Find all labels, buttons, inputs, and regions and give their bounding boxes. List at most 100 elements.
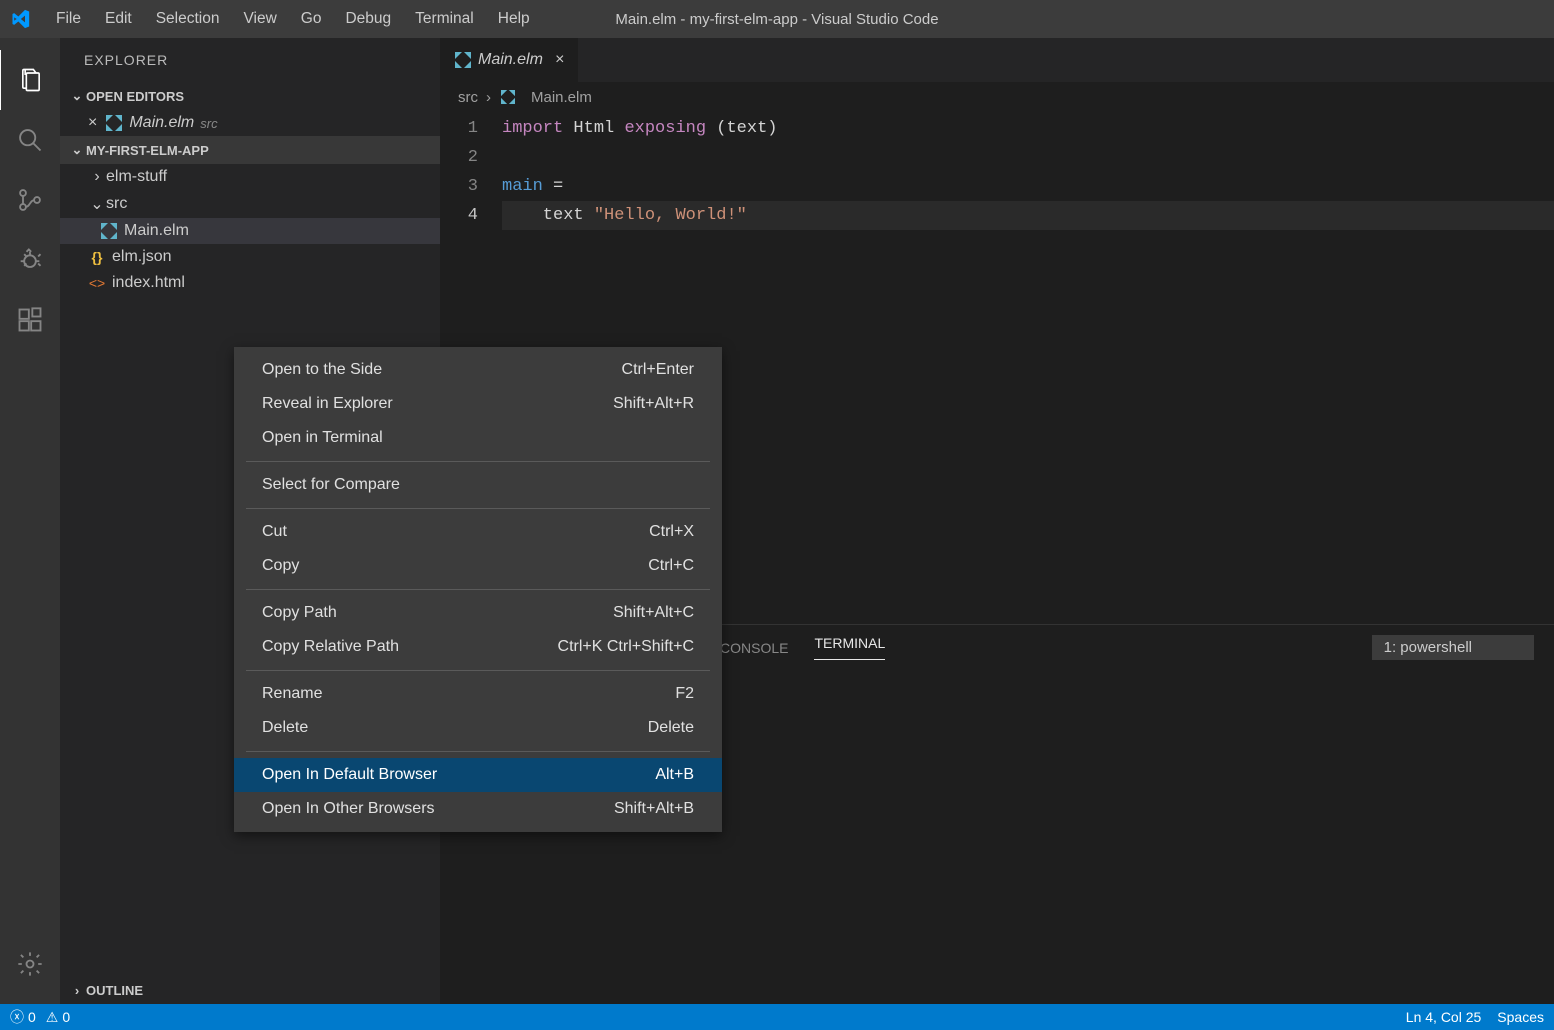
chevron-down-icon: ⌄ (68, 142, 86, 158)
tab-main-elm[interactable]: Main.elm × (440, 38, 579, 82)
explorer-icon[interactable] (0, 50, 59, 110)
context-menu-shortcut: Ctrl+K Ctrl+Shift+C (558, 638, 694, 656)
indent-mode[interactable]: Spaces (1497, 1009, 1544, 1025)
breadcrumb-file: Main.elm (531, 89, 592, 106)
context-menu-item[interactable]: Reveal in ExplorerShift+Alt+R (234, 387, 722, 421)
context-menu-item[interactable]: Select for Compare (234, 468, 722, 502)
context-menu-shortcut: Ctrl+C (648, 557, 694, 575)
context-menu-label: Copy Relative Path (262, 638, 399, 656)
source-control-icon[interactable] (0, 170, 60, 230)
open-editors-header[interactable]: ⌄ OPEN EDITORS (60, 82, 440, 110)
file-label: elm.json (112, 248, 172, 266)
breadcrumb[interactable]: src › Main.elm (440, 82, 1554, 112)
elm-file-icon (100, 222, 118, 240)
menu-go[interactable]: Go (289, 2, 334, 36)
context-menu-shortcut: Shift+Alt+B (614, 800, 694, 818)
extensions-icon[interactable] (0, 290, 60, 350)
context-menu-label: Delete (262, 719, 308, 737)
context-menu-shortcut: F2 (675, 685, 694, 703)
folder-label: elm-stuff (106, 168, 167, 186)
debug-icon[interactable] (0, 230, 60, 290)
cursor-position[interactable]: Ln 4, Col 25 (1406, 1009, 1482, 1025)
context-menu-item[interactable]: Open in Terminal (234, 421, 722, 455)
folder-label: src (106, 195, 127, 213)
context-menu-shortcut: Shift+Alt+R (613, 395, 694, 413)
html-file-icon: <> (88, 274, 106, 292)
status-bar: ⓧ 0 ⚠ 0 Ln 4, Col 25 Spaces (0, 1004, 1554, 1030)
folder-src[interactable]: ⌄ src (60, 190, 440, 218)
menu-terminal[interactable]: Terminal (403, 2, 486, 36)
open-editor-dir: src (200, 116, 217, 131)
vscode-icon (10, 9, 30, 29)
settings-gear-icon[interactable] (0, 934, 60, 994)
file-label: Main.elm (124, 222, 189, 240)
search-icon[interactable] (0, 110, 60, 170)
close-icon[interactable]: × (555, 51, 564, 69)
context-menu-label: Open in Terminal (262, 429, 383, 447)
outline-label: OUTLINE (86, 983, 143, 998)
error-icon[interactable]: ⓧ (10, 1007, 24, 1027)
elm-file-icon (499, 88, 517, 106)
chevron-right-icon: › (68, 983, 86, 998)
project-header[interactable]: ⌄ MY-FIRST-ELM-APP (60, 136, 440, 164)
context-menu-label: Cut (262, 523, 287, 541)
file-elm-json[interactable]: {} elm.json (60, 244, 440, 270)
context-menu-item[interactable]: Open In Default BrowserAlt+B (234, 758, 722, 792)
menu-help[interactable]: Help (486, 2, 542, 36)
outline-header[interactable]: › OUTLINE (60, 977, 440, 1004)
context-menu-shortcut: Ctrl+Enter (622, 361, 694, 379)
context-menu-item[interactable]: Open In Other Browsers Shift+Alt+B (234, 792, 722, 826)
code-content[interactable]: import Html exposing (text) main = text … (502, 114, 1554, 230)
file-label: index.html (112, 274, 185, 292)
context-menu-item[interactable]: Cut Ctrl+X (234, 515, 722, 549)
open-editor-item[interactable]: × Main.elm src (60, 110, 440, 136)
open-editor-filename: Main.elm (129, 114, 194, 132)
panel-tab-console[interactable]: CONSOLE (720, 640, 788, 656)
folder-elm-stuff[interactable]: › elm-stuff (60, 164, 440, 190)
context-menu-label: Rename (262, 685, 322, 703)
context-menu-label: Copy Path (262, 604, 337, 622)
menu-debug[interactable]: Debug (333, 2, 403, 36)
elm-file-icon (454, 51, 472, 69)
chevron-right-icon: › (88, 168, 106, 186)
context-menu-shortcut: Delete (648, 719, 694, 737)
context-menu-item[interactable]: Copy Path Shift+Alt+C (234, 596, 722, 630)
file-index-html[interactable]: <> index.html (60, 270, 440, 296)
file-main-elm[interactable]: Main.elm (60, 218, 440, 244)
context-menu-item[interactable]: Open to the Side Ctrl+Enter (234, 353, 722, 387)
menu-view[interactable]: View (231, 2, 288, 36)
context-menu-separator (246, 589, 710, 590)
context-menu-label: Select for Compare (262, 476, 400, 494)
context-menu-label: Open In Default Browser (262, 766, 437, 784)
context-menu-item[interactable]: Copy Relative Path Ctrl+K Ctrl+Shift+C (234, 630, 722, 664)
menu-selection[interactable]: Selection (144, 2, 232, 36)
menu-file[interactable]: File (44, 2, 93, 36)
sidebar-title: EXPLORER (60, 38, 440, 82)
menu-bar: File Edit Selection View Go Debug Termin… (44, 2, 542, 36)
line-number: 3 (440, 172, 478, 201)
context-menu: Open to the Side Ctrl+Enter Reveal in Expl… (234, 347, 722, 832)
menu-edit[interactable]: Edit (93, 2, 144, 36)
context-menu-label: Open In Other Browsers (262, 800, 435, 818)
close-icon[interactable]: × (88, 114, 97, 132)
context-menu-item[interactable]: Rename F2 (234, 677, 722, 711)
context-menu-label: Open to the Side (262, 361, 382, 379)
chevron-down-icon: ⌄ (88, 194, 106, 214)
terminal-selector[interactable]: 1: powershell (1372, 635, 1534, 660)
line-gutter: 1 2 3 4 (440, 114, 502, 230)
context-menu-item[interactable]: Copy Ctrl+C (234, 549, 722, 583)
context-menu-shortcut: Shift+Alt+C (613, 604, 694, 622)
title-bar: File Edit Selection View Go Debug Termin… (0, 0, 1554, 38)
context-menu-item[interactable]: Delete Delete (234, 711, 722, 745)
code-editor[interactable]: 1 2 3 4 import Html exposing (text) main… (440, 112, 1554, 230)
activity-bar (0, 38, 60, 1004)
context-menu-separator (246, 508, 710, 509)
breadcrumb-dir: src (458, 89, 478, 106)
chevron-down-icon: ⌄ (68, 88, 86, 104)
context-menu-shortcut: Ctrl+X (649, 523, 694, 541)
warning-icon[interactable]: ⚠ (46, 1009, 59, 1026)
error-count: 0 (28, 1009, 36, 1025)
panel-tab-terminal[interactable]: TERMINAL (814, 635, 885, 660)
context-menu-label: Copy (262, 557, 299, 575)
line-number: 4 (440, 201, 478, 230)
